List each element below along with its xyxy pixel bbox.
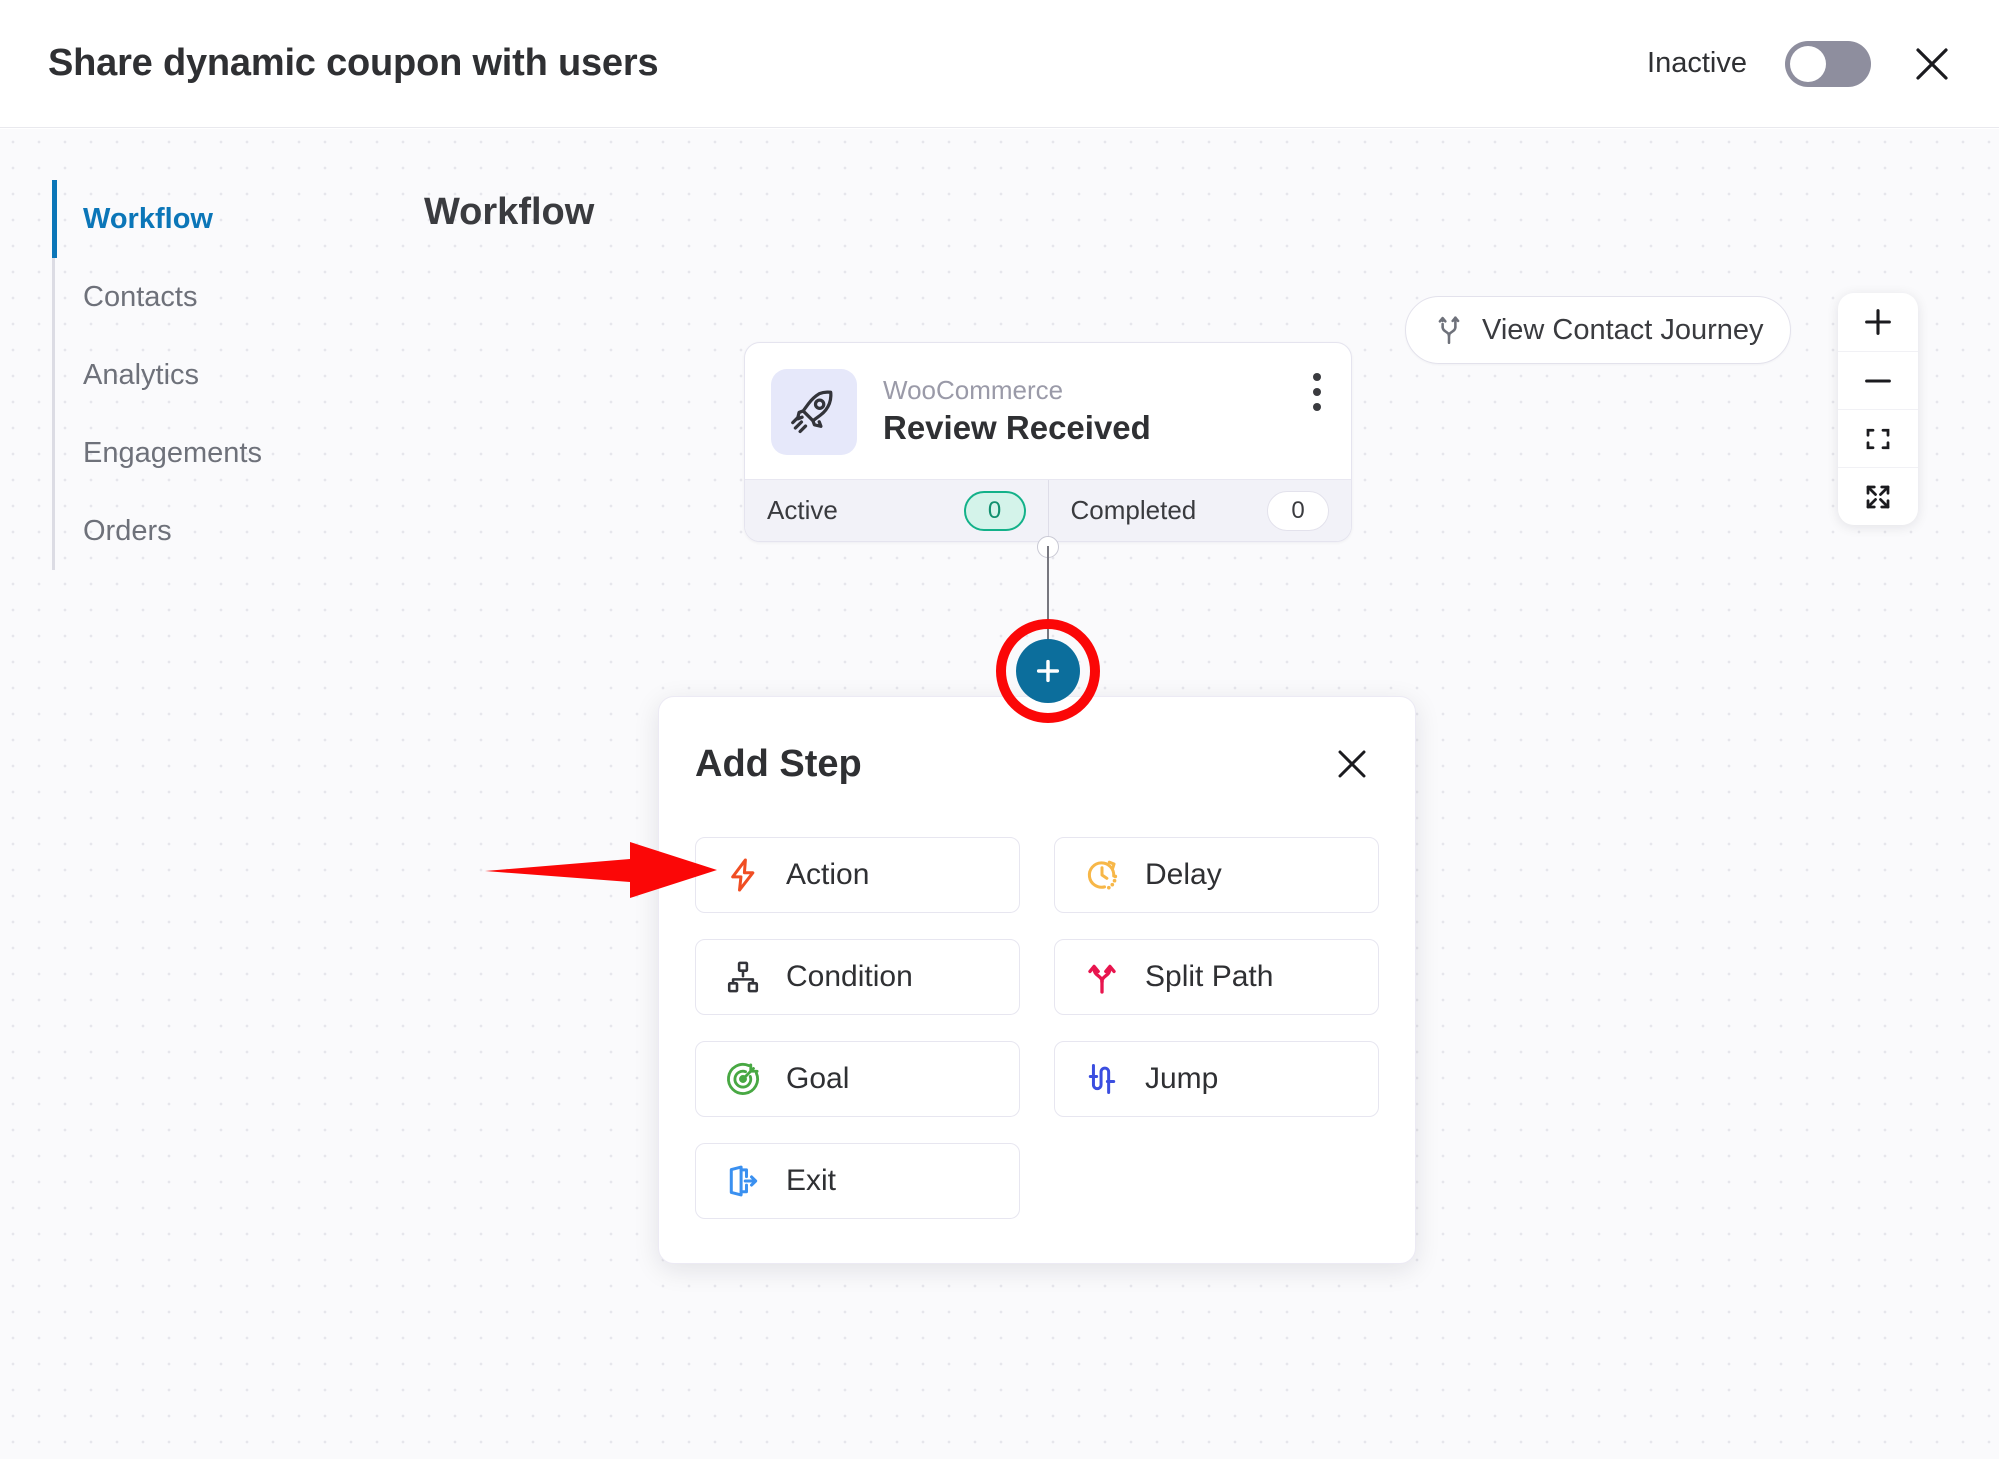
add-step-panel: Add Step Action Delay Condition Split Pa… [658, 696, 1416, 1264]
trigger-source: WooCommerce [883, 375, 1064, 406]
canvas-title: Workflow [424, 191, 595, 233]
sidebar-item-label: Orders [83, 514, 172, 547]
stat-active-value: 0 [963, 490, 1026, 531]
add-step-option-label: Exit [786, 1164, 837, 1197]
toggle-knob [1790, 45, 1826, 82]
rocket-icon [791, 390, 833, 434]
add-step-options-grid: Action Delay Condition Split Path Goal J… [695, 837, 1379, 1219]
fullscreen-button[interactable] [1838, 467, 1918, 525]
more-vertical-icon [1313, 403, 1321, 411]
sidebar-item-orders[interactable]: Orders [55, 492, 352, 570]
target-icon [722, 1058, 764, 1100]
trigger-icon-wrap [771, 369, 857, 455]
add-step-option-label: Goal [786, 1062, 850, 1095]
stat-active: Active 0 [745, 480, 1048, 541]
add-step-header: Add Step [695, 737, 1379, 791]
plus-icon [1036, 659, 1060, 683]
add-step-option-label: Action [786, 858, 870, 891]
add-step-option-jump[interactable]: Jump [1054, 1041, 1379, 1117]
add-step-option-condition[interactable]: Condition [695, 939, 1020, 1015]
stat-completed: Completed 0 [1047, 480, 1352, 541]
sidebar-item-label: Analytics [83, 358, 200, 391]
sidebar-item-label: Engagements [83, 436, 262, 469]
status-label: Inactive [1647, 47, 1747, 79]
app-header: Share dynamic coupon with users Inactive [0, 0, 1999, 128]
close-icon [1916, 47, 1948, 80]
lightning-bolt-icon [722, 854, 764, 896]
sidebar-item-engagements[interactable]: Engagements [55, 414, 352, 492]
sidebar-item-label: Workflow [83, 202, 213, 235]
zoom-in-icon [1865, 309, 1891, 335]
fit-view-button[interactable] [1838, 409, 1918, 467]
add-step-plus-button[interactable] [1016, 639, 1080, 703]
add-step-option-split-path[interactable]: Split Path [1054, 939, 1379, 1015]
stat-completed-value: 0 [1267, 490, 1329, 531]
fullscreen-icon [1866, 485, 1890, 508]
add-step-option-label: Delay [1145, 858, 1222, 891]
close-button[interactable] [1909, 41, 1955, 87]
add-step-option-goal[interactable]: Goal [695, 1041, 1020, 1117]
contact-journey-icon [1438, 316, 1460, 345]
sidebar-item-label: Contacts [83, 280, 198, 313]
sidebar-item-analytics[interactable]: Analytics [55, 336, 352, 414]
fit-view-icon [1866, 428, 1890, 449]
trigger-stats-footer: Active 0 Completed 0 [745, 479, 1351, 541]
view-contact-journey-button[interactable]: View Contact Journey [1405, 296, 1791, 364]
zoom-out-button[interactable] [1838, 351, 1918, 409]
view-contact-journey-label: View Contact Journey [1482, 313, 1764, 346]
close-icon [1338, 750, 1366, 778]
zoom-in-button[interactable] [1838, 293, 1918, 351]
add-step-close-button[interactable] [1325, 737, 1379, 791]
exit-door-icon [722, 1160, 764, 1202]
add-step-option-action[interactable]: Action [695, 837, 1020, 913]
stat-active-label: Active [767, 495, 838, 525]
jump-icon [1081, 1058, 1123, 1100]
add-step-option-label: Condition [786, 960, 913, 993]
add-step-option-label: Jump [1145, 1062, 1219, 1095]
page-title: Share dynamic coupon with users [48, 42, 659, 84]
trigger-node-body: WooCommerce Review Received [745, 343, 1351, 479]
hierarchy-icon [722, 956, 764, 998]
trigger-text: WooCommerce Review Received [883, 374, 1151, 449]
more-vertical-icon [1313, 388, 1321, 396]
trigger-node-card[interactable]: WooCommerce Review Received Active 0 Com… [744, 342, 1352, 542]
split-path-icon [1081, 956, 1123, 998]
zoom-out-icon [1865, 378, 1891, 383]
add-step-option-exit[interactable]: Exit [695, 1143, 1020, 1219]
trigger-name: Review Received [883, 408, 1151, 446]
header-actions: Inactive [1647, 40, 1955, 87]
zoom-controls [1838, 293, 1918, 525]
add-step-option-delay[interactable]: Delay [1054, 837, 1379, 913]
sidebar-item-contacts[interactable]: Contacts [55, 258, 352, 336]
more-vertical-icon [1313, 373, 1321, 381]
sidebar-item-workflow[interactable]: Workflow [52, 180, 352, 258]
sidebar-nav: Workflow Contacts Analytics Engagements … [52, 180, 352, 570]
stat-completed-label: Completed [1070, 495, 1197, 525]
trigger-more-menu-button[interactable] [1309, 369, 1325, 415]
clock-icon [1081, 854, 1123, 896]
activation-toggle[interactable] [1785, 40, 1871, 87]
add-step-title: Add Step [695, 742, 862, 785]
add-step-option-label: Split Path [1145, 960, 1274, 993]
